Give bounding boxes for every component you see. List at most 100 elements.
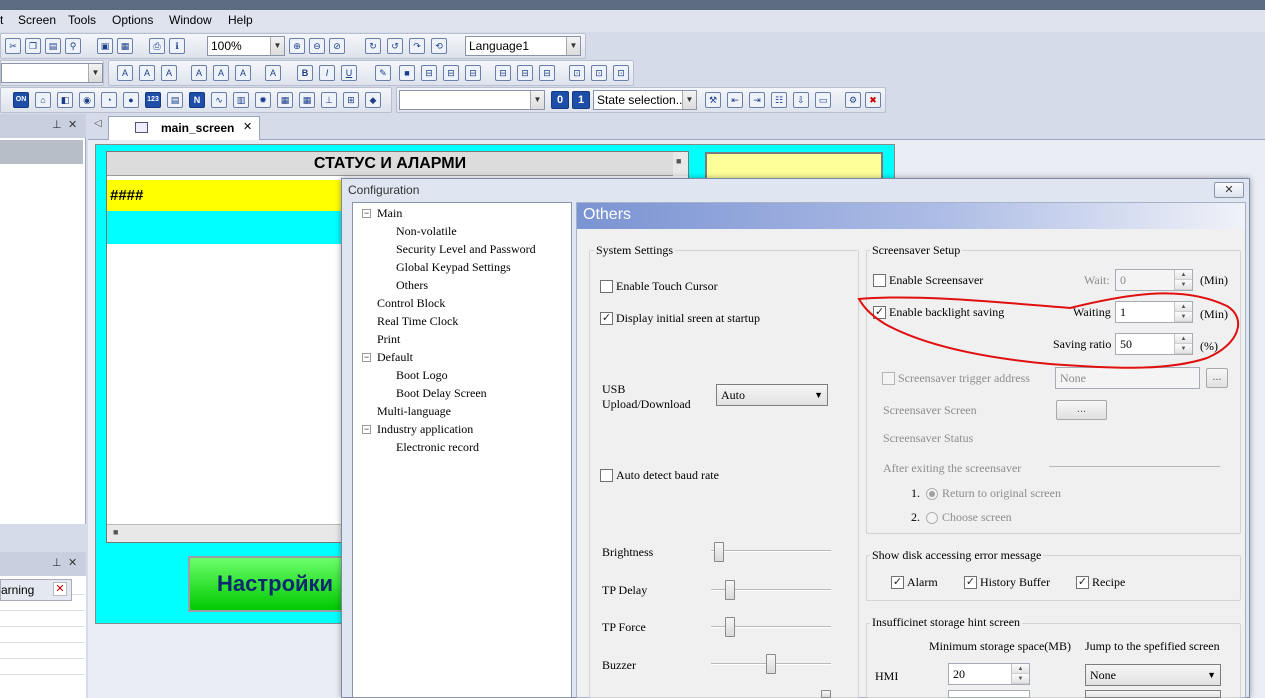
- scroll-handle-icon[interactable]: ■: [676, 156, 681, 166]
- layer-icon[interactable]: ◆: [365, 92, 381, 108]
- screensaver-screen-button[interactable]: ...: [1056, 400, 1107, 420]
- text-size-icon[interactable]: A: [117, 65, 133, 81]
- new-screen-icon[interactable]: ▣: [97, 38, 113, 54]
- align-top-icon[interactable]: ⊟: [495, 65, 511, 81]
- import-icon[interactable]: ⇤: [727, 92, 743, 108]
- download-icon[interactable]: ⇩: [793, 92, 809, 108]
- recipe-checkbox[interactable]: ✓: [1076, 576, 1089, 589]
- menu-help[interactable]: Help: [228, 13, 253, 27]
- tree-item[interactable]: Boot Logo: [396, 368, 448, 383]
- chevron-down-icon[interactable]: ▼: [566, 37, 580, 55]
- grid-icon[interactable]: ▦: [299, 92, 315, 108]
- tree-item[interactable]: Print: [377, 332, 400, 347]
- trend-icon[interactable]: ∿: [211, 92, 227, 108]
- tree-item[interactable]: Multi-language: [377, 404, 451, 419]
- export-icon[interactable]: ⇥: [749, 92, 765, 108]
- monitor-icon[interactable]: ▭: [815, 92, 831, 108]
- stop-icon[interactable]: ✖: [865, 92, 881, 108]
- same-width-icon[interactable]: ⊡: [569, 65, 585, 81]
- redo-icon[interactable]: ↷: [409, 38, 425, 54]
- auto-detect-baud-checkbox[interactable]: [600, 469, 613, 482]
- close-icon[interactable]: ✕: [68, 118, 77, 131]
- chevron-down-icon[interactable]: ▼: [682, 91, 696, 109]
- stand-icon[interactable]: ⊥: [321, 92, 337, 108]
- align-bottom-icon[interactable]: ⊟: [539, 65, 555, 81]
- cut-icon[interactable]: ✂: [5, 38, 21, 54]
- alarm-icon[interactable]: ✹: [255, 92, 271, 108]
- undo-icon[interactable]: ↺: [387, 38, 403, 54]
- return-original-radio[interactable]: [926, 488, 938, 500]
- table-icon[interactable]: ▤: [167, 92, 183, 108]
- align-left-icon[interactable]: ⊟: [421, 65, 437, 81]
- left-panel-selected-row[interactable]: [0, 140, 83, 164]
- indicator-icon[interactable]: ◉: [79, 92, 95, 108]
- usb-upload-select[interactable]: Auto ▼: [716, 384, 828, 406]
- chevron-down-icon[interactable]: ▼: [530, 91, 544, 109]
- tree-item[interactable]: Security Level and Password: [396, 242, 536, 257]
- spin-down-icon[interactable]: ▼: [1175, 312, 1192, 322]
- numeric-icon[interactable]: 123: [145, 92, 161, 108]
- tp-delay-slider[interactable]: [725, 580, 736, 600]
- choose-screen-radio[interactable]: [926, 512, 938, 524]
- saving-ratio-spinner[interactable]: 50 ▲ ▼: [1115, 333, 1193, 355]
- button-icon[interactable]: ◧: [57, 92, 73, 108]
- font-color-icon[interactable]: A: [265, 65, 281, 81]
- tree-item[interactable]: Electronic record: [396, 440, 479, 455]
- bold-icon[interactable]: B: [297, 65, 313, 81]
- paste-icon[interactable]: ▤: [45, 38, 61, 54]
- wait-spinner[interactable]: 0 ▲ ▼: [1115, 269, 1193, 291]
- menu-options[interactable]: Options: [112, 13, 153, 27]
- tab-scroll-left-icon[interactable]: ◁: [94, 118, 102, 129]
- align-center-icon[interactable]: ⊟: [443, 65, 459, 81]
- dialog-close-button[interactable]: ✕: [1214, 182, 1244, 198]
- text-align-top-icon[interactable]: A: [191, 65, 207, 81]
- spin-up-icon[interactable]: ▲: [1175, 270, 1192, 280]
- zoom-reset-icon[interactable]: ⊘: [329, 38, 345, 54]
- spin-up-icon[interactable]: ▲: [1175, 334, 1192, 344]
- close-icon[interactable]: ✕: [53, 582, 67, 596]
- n-icon[interactable]: N: [189, 92, 205, 108]
- language-select[interactable]: Language1 ▼: [465, 36, 581, 56]
- zoom-in-icon[interactable]: ⊕: [289, 38, 305, 54]
- reload-icon[interactable]: ⟲: [431, 38, 447, 54]
- second-storage-spinner[interactable]: [948, 690, 1030, 698]
- scroll-handle-icon[interactable]: ■: [113, 527, 118, 537]
- lamp-icon[interactable]: ●: [123, 92, 139, 108]
- object-select[interactable]: ▼: [399, 90, 545, 110]
- jump-screen-select[interactable]: None ▼: [1085, 664, 1221, 686]
- find-icon[interactable]: ⚲: [65, 38, 81, 54]
- tree-expander-icon[interactable]: −: [362, 209, 371, 218]
- info-icon[interactable]: ℹ: [169, 38, 185, 54]
- text-align-mid-icon[interactable]: A: [213, 65, 229, 81]
- same-size-icon[interactable]: ⊡: [613, 65, 629, 81]
- tree-item[interactable]: Real Time Clock: [377, 314, 458, 329]
- zoom-select[interactable]: 100% ▼: [207, 36, 285, 56]
- meter-icon[interactable]: ◔: [101, 92, 117, 108]
- tree-expander-icon[interactable]: −: [362, 353, 371, 362]
- state-selection-select[interactable]: State selection... ▼: [593, 90, 697, 110]
- spin-up-icon[interactable]: ▲: [1175, 302, 1192, 312]
- enable-backlight-checkbox[interactable]: ✓: [873, 306, 886, 319]
- pen-icon[interactable]: ✎: [375, 65, 391, 81]
- copy-icon[interactable]: ❐: [25, 38, 41, 54]
- history-buffer-checkbox[interactable]: ✓: [964, 576, 977, 589]
- trigger-address-browse-button[interactable]: ...: [1206, 368, 1228, 388]
- switch-on-icon[interactable]: ON: [13, 92, 29, 108]
- chevron-down-icon[interactable]: ▼: [88, 64, 102, 82]
- align-right-icon[interactable]: ⊟: [465, 65, 481, 81]
- tp-force-slider[interactable]: [725, 617, 736, 637]
- display-initial-checkbox[interactable]: ✓: [600, 312, 613, 325]
- tree-item[interactable]: Non-volatile: [396, 224, 457, 239]
- text-fit-icon[interactable]: A: [139, 65, 155, 81]
- menu-file-partial[interactable]: t: [0, 13, 3, 27]
- trigger-address-field[interactable]: None: [1055, 367, 1200, 389]
- tab-main-screen[interactable]: main_screen ✕: [108, 116, 260, 140]
- underline-icon[interactable]: U: [341, 65, 357, 81]
- buzzer-slider[interactable]: [766, 654, 776, 674]
- tree-item[interactable]: Default: [377, 350, 413, 365]
- print-icon[interactable]: ⎙: [149, 38, 165, 54]
- fill-icon[interactable]: ■: [399, 65, 415, 81]
- menu-window[interactable]: Window: [169, 13, 212, 27]
- compile-icon[interactable]: ⚙: [845, 92, 861, 108]
- state-0-icon[interactable]: 0: [551, 91, 569, 109]
